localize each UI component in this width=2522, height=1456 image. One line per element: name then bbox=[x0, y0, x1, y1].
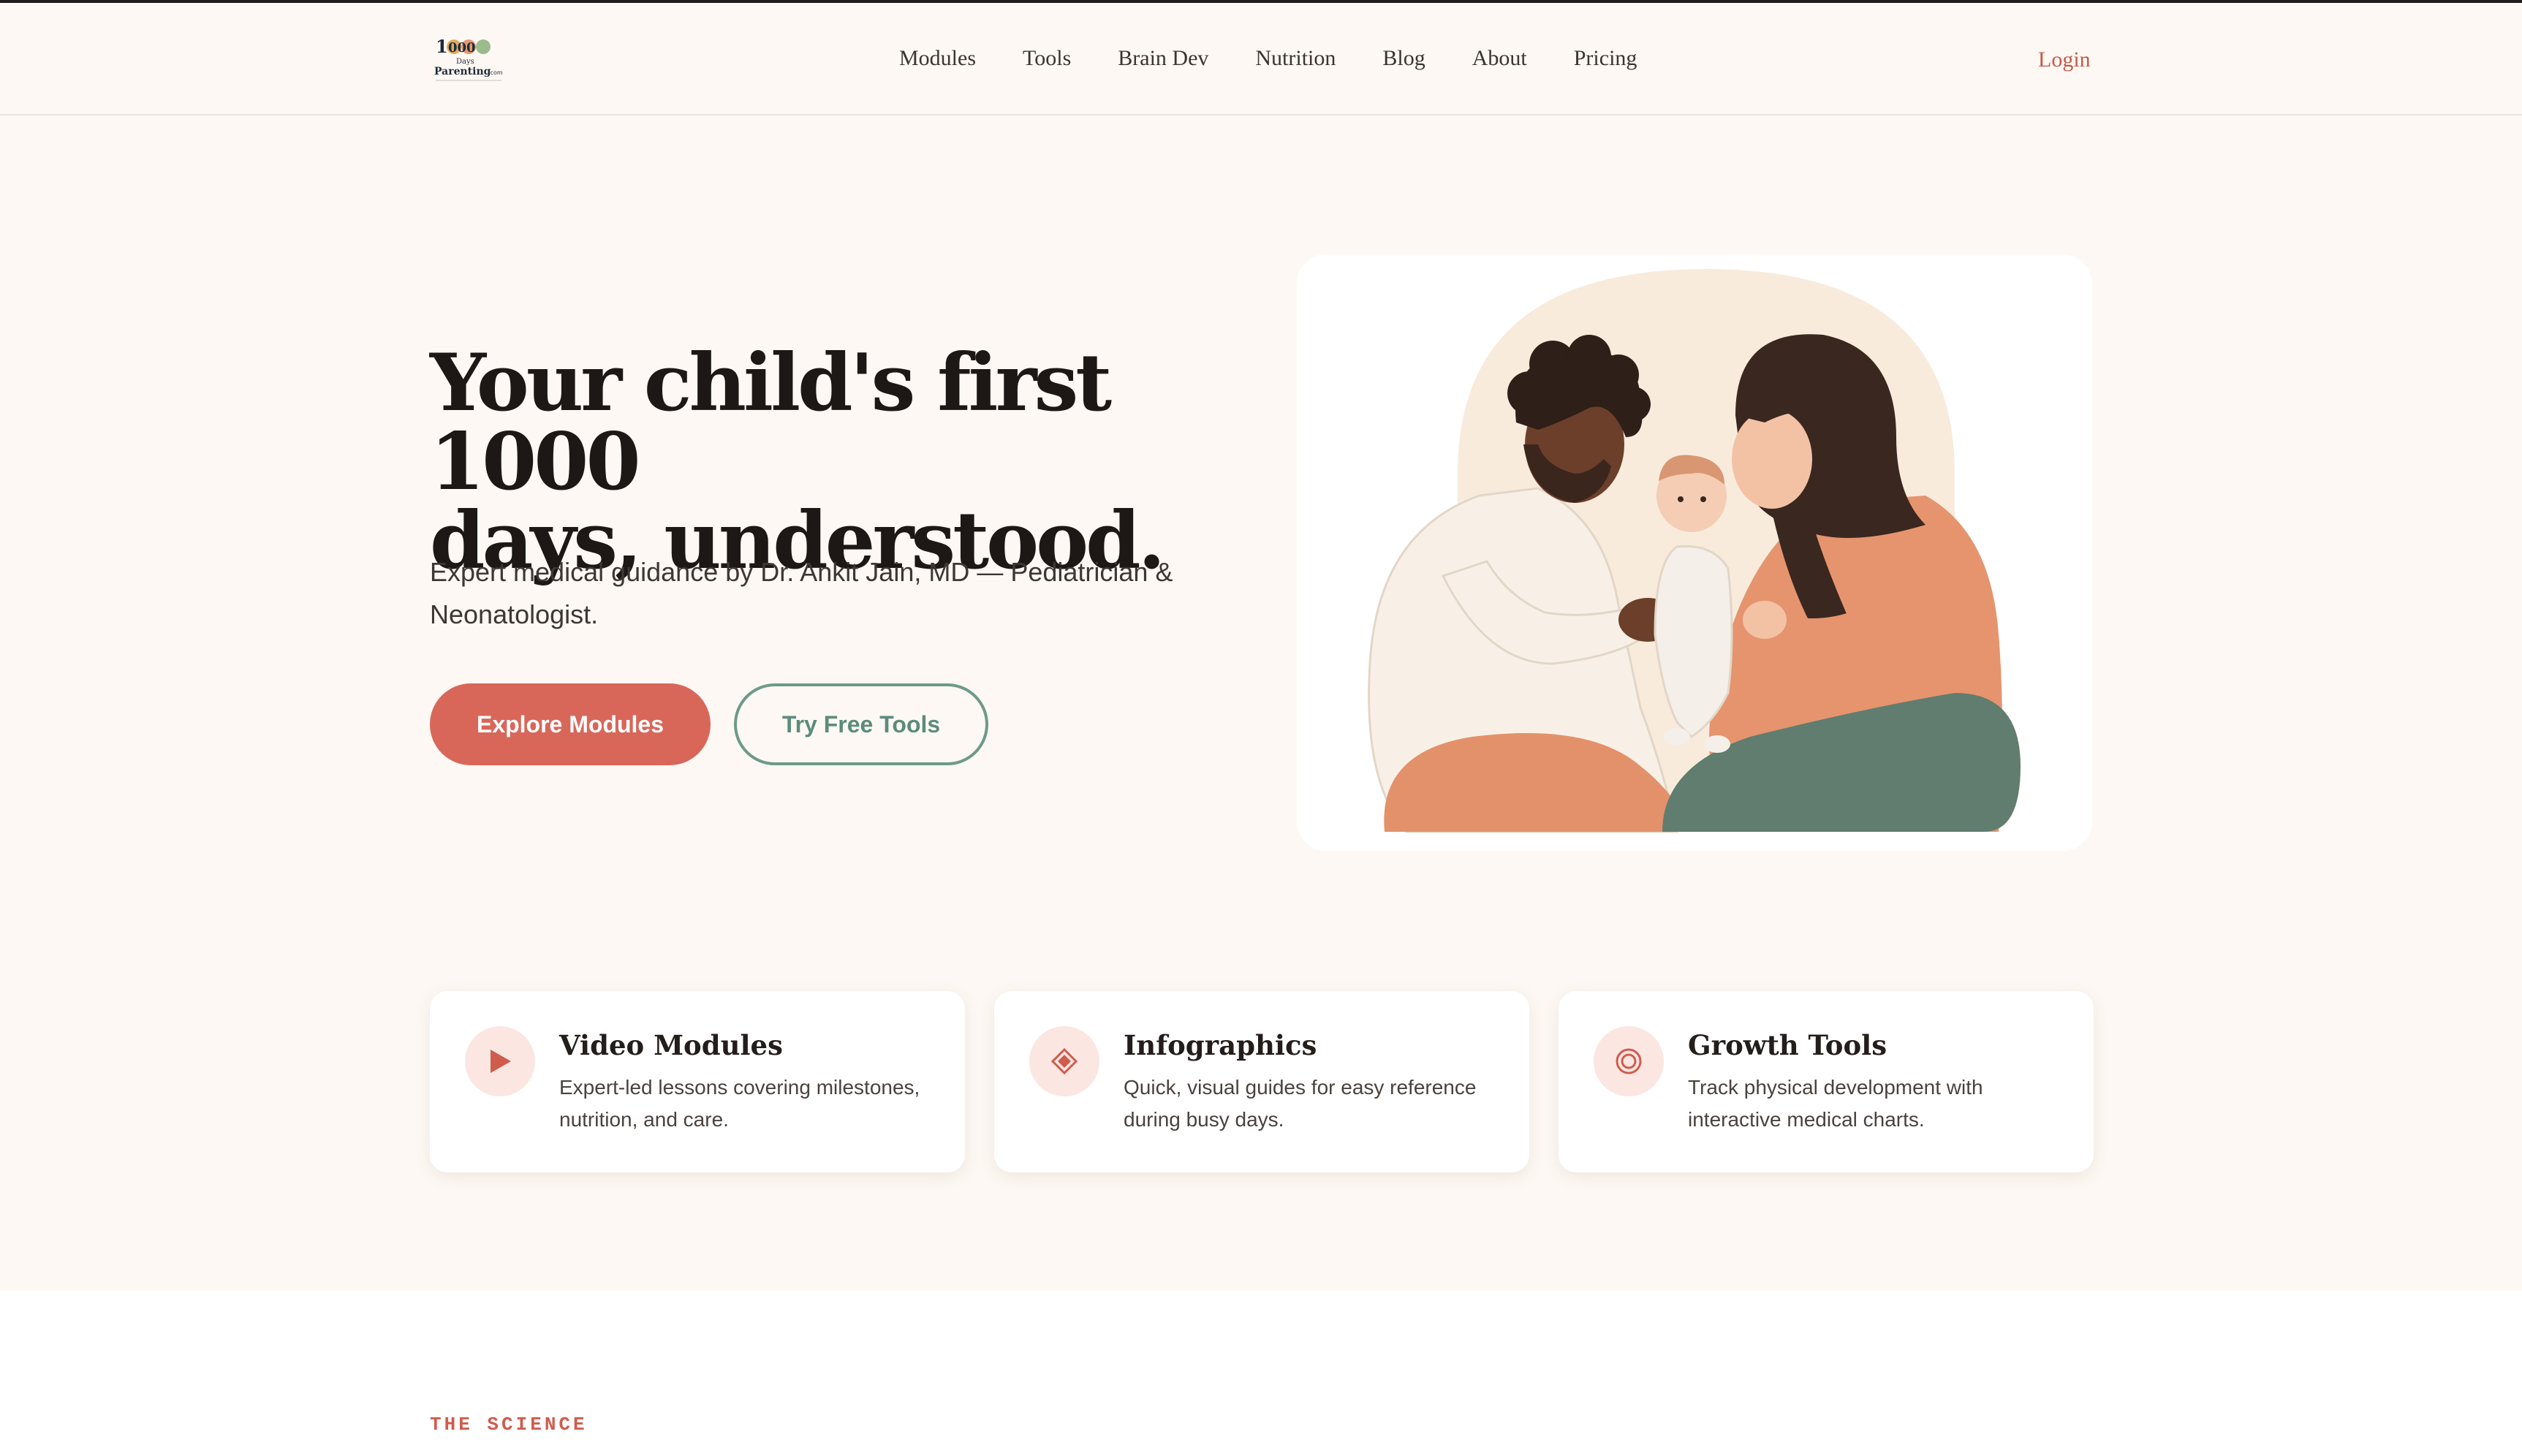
nav-item-blog[interactable]: Blog bbox=[1382, 42, 1425, 75]
hero-subtitle: Expert medical guidance by Dr. Ankit Jai… bbox=[430, 557, 1173, 629]
feature-description: Track physical development with interact… bbox=[1688, 1076, 1983, 1131]
svg-text:1: 1 bbox=[436, 36, 448, 57]
hero-illustration bbox=[1297, 254, 2092, 851]
play-icon bbox=[465, 1026, 535, 1096]
feature-description: Expert-led lessons covering milestones, … bbox=[559, 1076, 920, 1131]
nav-item-brain-dev[interactable]: Brain Dev bbox=[1118, 42, 1208, 75]
svg-text:Parenting: Parenting bbox=[434, 66, 491, 77]
science-section: THE SCIENCE bbox=[0, 1291, 2522, 1456]
target-icon bbox=[1594, 1026, 1664, 1096]
family-illustration bbox=[1297, 254, 2092, 851]
main-nav: Modules Tools Brain Dev Nutrition Blog A… bbox=[899, 42, 1637, 75]
site-logo[interactable]: 1 000 Days Parenting .com bbox=[430, 31, 510, 88]
nav-item-nutrition[interactable]: Nutrition bbox=[1255, 42, 1336, 75]
diamond-icon bbox=[1029, 1026, 1099, 1096]
hero-title-line-1: Your child's first 1000 bbox=[430, 337, 1112, 508]
feature-description: Quick, visual guides for easy reference … bbox=[1124, 1076, 1477, 1131]
site-header: 1 000 Days Parenting .com Modules Tools … bbox=[0, 3, 2522, 115]
nav-item-modules[interactable]: Modules bbox=[899, 42, 976, 75]
features-row: Video Modules Expert-led lessons coverin… bbox=[430, 991, 2094, 1172]
feature-title: Growth Tools bbox=[1688, 1029, 1887, 1061]
feature-card-video-modules[interactable]: Video Modules Expert-led lessons coverin… bbox=[430, 991, 965, 1172]
svg-text:000: 000 bbox=[448, 40, 476, 56]
try-free-tools-button[interactable]: Try Free Tools bbox=[734, 683, 988, 765]
nav-item-tools[interactable]: Tools bbox=[1023, 42, 1071, 75]
feature-title: Video Modules bbox=[559, 1029, 783, 1061]
feature-title: Infographics bbox=[1124, 1029, 1317, 1061]
feature-card-growth-tools[interactable]: Growth Tools Track physical development … bbox=[1559, 991, 2094, 1172]
section-eyebrow: THE SCIENCE bbox=[430, 1414, 588, 1436]
nav-item-pricing[interactable]: Pricing bbox=[1574, 42, 1637, 75]
login-link[interactable]: Login bbox=[2038, 44, 2091, 76]
hero-title: Your child's first 1000 days, understood… bbox=[430, 344, 1292, 580]
explore-modules-button[interactable]: Explore Modules bbox=[430, 683, 711, 765]
svg-text:Days: Days bbox=[456, 58, 474, 66]
feature-card-infographics[interactable]: Infographics Quick, visual guides for ea… bbox=[994, 991, 1529, 1172]
nav-item-about[interactable]: About bbox=[1472, 42, 1527, 75]
svg-text:.com: .com bbox=[488, 69, 503, 76]
